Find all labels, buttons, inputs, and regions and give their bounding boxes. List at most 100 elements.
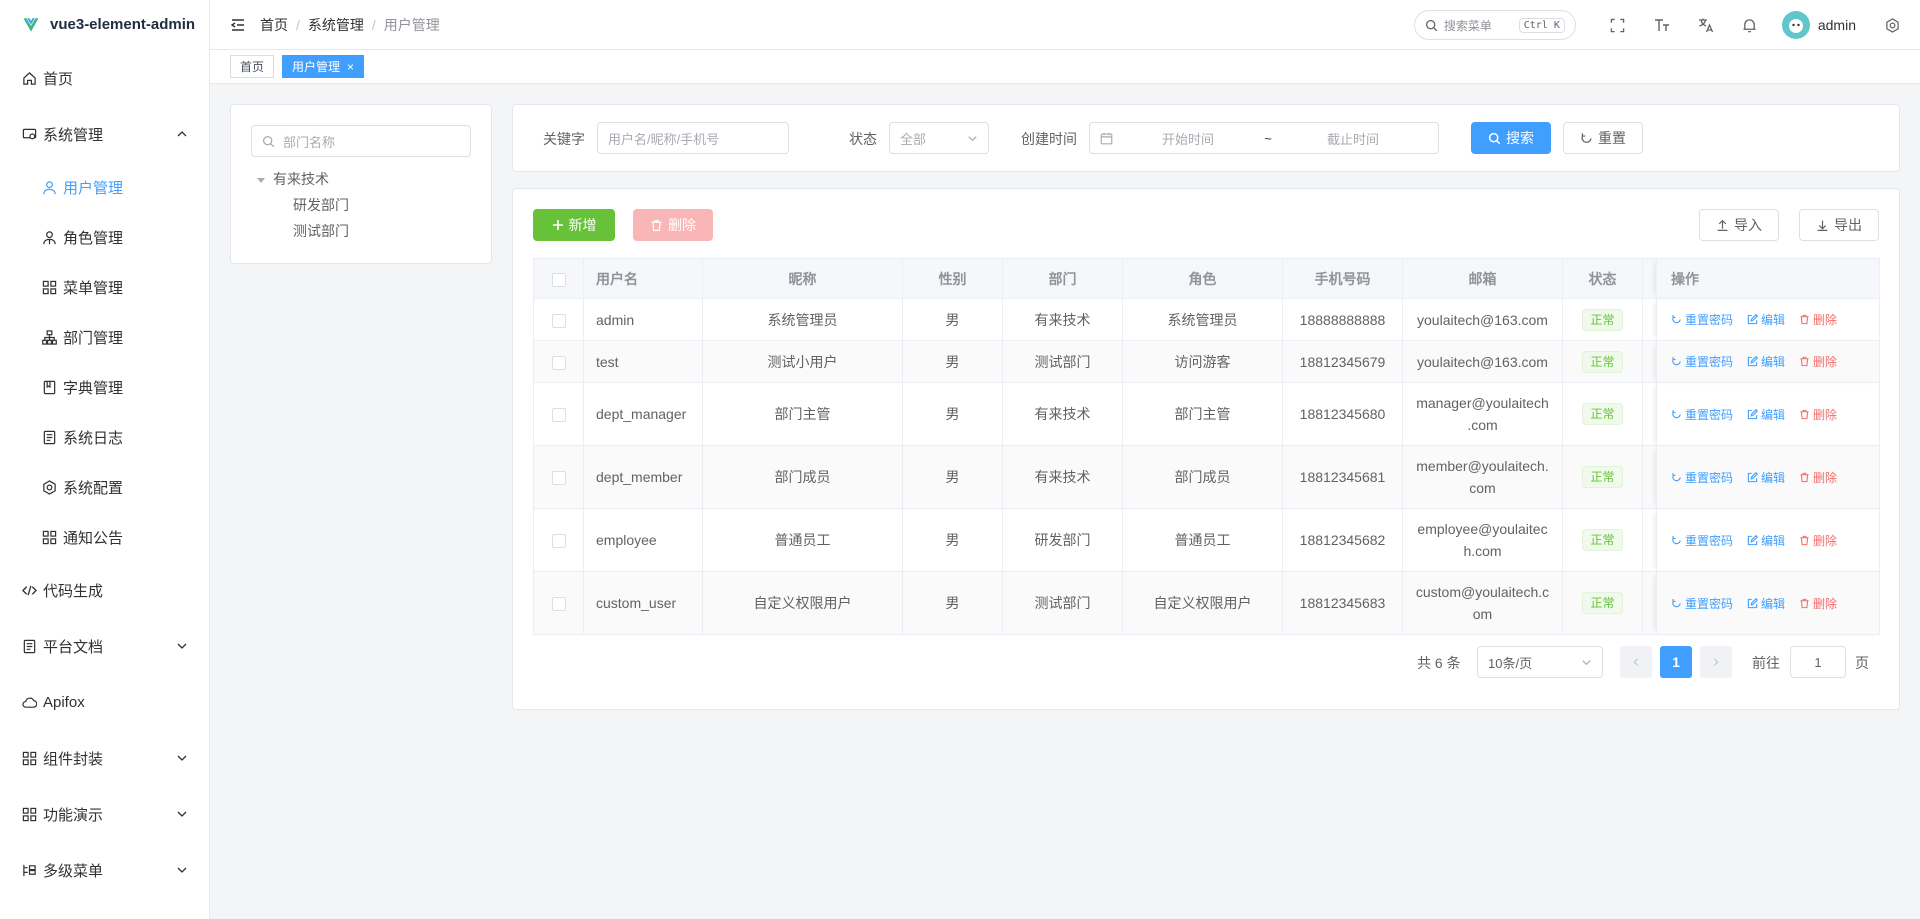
home-icon — [21, 70, 37, 86]
page-size-select[interactable]: 10条/页 — [1477, 646, 1603, 678]
breadcrumb-home[interactable]: 首页 — [260, 15, 288, 35]
cell-gender: 男 — [902, 298, 1003, 341]
row-checkbox[interactable] — [551, 534, 566, 549]
sidebar-item-apifox[interactable]: Apifox — [0, 682, 210, 722]
sidebar-item-users[interactable]: 用户管理 — [0, 167, 210, 207]
row-checkbox[interactable] — [551, 471, 566, 486]
row-select-cell[interactable] — [533, 571, 584, 635]
sidebar-item-dict[interactable]: 字典管理 — [0, 367, 210, 407]
edit-button[interactable]: 编辑 — [1747, 353, 1785, 370]
tree-node-root[interactable]: 有来技术 — [257, 169, 329, 189]
trash-icon — [1800, 409, 1809, 419]
delete-button[interactable]: 删除 — [1799, 595, 1837, 612]
tree-node-child[interactable]: 研发部门 — [293, 195, 349, 215]
edit-button[interactable]: 编辑 — [1747, 406, 1785, 423]
page-1-button[interactable]: 1 — [1660, 646, 1692, 678]
keyword-input[interactable]: 用户名/昵称/手机号 — [597, 122, 789, 154]
edit-button[interactable]: 编辑 — [1747, 311, 1785, 328]
delete-button[interactable]: 删除 — [1799, 353, 1837, 370]
cell-phone: 18812345680 — [1282, 382, 1403, 446]
sidebar-item-home[interactable]: 首页 — [0, 58, 210, 98]
row-checkbox[interactable] — [551, 597, 566, 612]
tag-home[interactable]: 首页 — [230, 55, 275, 78]
sidebar-item-components[interactable]: 组件封装 — [0, 738, 210, 778]
reset-password-button[interactable]: 重置密码 — [1671, 406, 1733, 423]
breadcrumb-current: 用户管理 — [383, 16, 440, 33]
dept-search-input[interactable]: 部门名称 — [251, 125, 471, 157]
edit-button[interactable]: 编辑 — [1747, 469, 1785, 486]
fullscreen-button[interactable] — [1596, 0, 1640, 50]
font-size-button[interactable] — [1640, 0, 1684, 50]
sidebar-item-docs[interactable]: 平台文档 — [0, 626, 210, 666]
select-all-cell[interactable] — [533, 258, 584, 299]
row-select-cell[interactable] — [533, 340, 584, 383]
select-all-checkbox[interactable] — [551, 272, 566, 287]
tree-node-child[interactable]: 测试部门 — [293, 221, 349, 241]
edit-label: 编辑 — [1761, 355, 1786, 369]
sidebar-item-menus[interactable]: 菜单管理 — [0, 267, 210, 307]
export-button[interactable]: 导出 — [1799, 209, 1879, 241]
avatar[interactable] — [1781, 11, 1810, 39]
sidebar-item-label: 组件封装 — [43, 750, 104, 768]
delete-button[interactable]: 删除 — [1799, 469, 1837, 486]
settings-button[interactable] — [1872, 0, 1912, 50]
logo[interactable]: vue3-element-admin — [0, 0, 209, 49]
menu-fold-icon[interactable] — [230, 17, 246, 33]
add-user-button[interactable]: 新增 — [533, 209, 615, 241]
cell-ops: 重置密码 编辑 删除 — [1656, 382, 1880, 446]
reset-password-button[interactable]: 重置密码 — [1671, 311, 1733, 328]
import-button[interactable]: 导入 — [1699, 209, 1779, 241]
cell-role: 访问游客 — [1122, 340, 1283, 383]
status-select[interactable]: 全部 — [889, 122, 989, 154]
reset-password-button[interactable]: 重置密码 — [1671, 469, 1733, 486]
next-page-button[interactable] — [1700, 646, 1732, 678]
edit-button[interactable]: 编辑 — [1747, 532, 1785, 549]
search-button[interactable]: 搜索 — [1471, 122, 1551, 154]
reset-password-button[interactable]: 重置密码 — [1671, 595, 1733, 612]
delete-button[interactable]: 删除 — [1799, 532, 1837, 549]
reset-button[interactable]: 重置 — [1563, 122, 1643, 154]
reset-password-button[interactable]: 重置密码 — [1671, 532, 1733, 549]
reset-password-label: 重置密码 — [1685, 533, 1734, 548]
delete-button[interactable]: 删除 — [1799, 311, 1837, 328]
sidebar-item-system[interactable]: 系统管理 — [0, 114, 210, 154]
end-date-placeholder: 截止时间 — [1326, 131, 1379, 147]
caret-down-icon — [257, 178, 265, 183]
sidebar-item-logs[interactable]: 系统日志 — [0, 417, 210, 457]
tag-users[interactable]: 用户管理 × — [282, 55, 365, 78]
close-icon[interactable]: × — [347, 60, 354, 74]
edit-icon — [1747, 597, 1759, 608]
row-select-cell[interactable] — [533, 382, 584, 446]
delete-button[interactable]: 删除 — [1799, 406, 1837, 423]
trash-icon — [1800, 314, 1809, 325]
date-range-picker[interactable]: 开始时间 ~ 截止时间 — [1089, 122, 1439, 154]
edit-icon — [1747, 356, 1759, 367]
row-checkbox[interactable] — [551, 313, 566, 328]
sidebar-item-depts[interactable]: 部门管理 — [0, 317, 210, 357]
delete-users-button[interactable]: 删除 — [633, 209, 713, 241]
row-checkbox[interactable] — [551, 355, 566, 370]
row-checkbox[interactable] — [551, 408, 566, 423]
sidebar-item-demos[interactable]: 功能演示 — [0, 794, 210, 834]
menu-search-trigger[interactable]: 搜索菜单 Ctrl K — [1413, 10, 1576, 40]
reset-password-button[interactable]: 重置密码 — [1671, 353, 1733, 370]
cell-gender: 男 — [902, 508, 1003, 572]
breadcrumb-parent[interactable]: 系统管理 — [308, 15, 364, 35]
row-select-cell[interactable] — [533, 298, 584, 341]
col-username: 用户名 — [583, 258, 703, 299]
notification-button[interactable] — [1728, 0, 1772, 50]
row-select-cell[interactable] — [533, 445, 584, 509]
goto-page-input[interactable]: 1 — [1790, 646, 1846, 678]
language-button[interactable] — [1684, 0, 1728, 50]
edit-button[interactable]: 编辑 — [1747, 595, 1785, 612]
sidebar-item-config[interactable]: 系统配置 — [0, 467, 210, 507]
row-select-cell[interactable] — [533, 508, 584, 572]
sidebar-item-multilevel[interactable]: 多级菜单 — [0, 850, 210, 890]
cell-dept: 研发部门 — [1002, 508, 1123, 572]
sidebar-item-codegen[interactable]: 代码生成 — [0, 570, 210, 610]
prev-page-button[interactable] — [1620, 646, 1652, 678]
export-button-label: 导出 — [1834, 217, 1862, 233]
sidebar-item-roles[interactable]: 角色管理 — [0, 217, 210, 257]
sidebar-item-notice[interactable]: 通知公告 — [0, 517, 210, 557]
username[interactable]: admin — [1818, 17, 1856, 33]
